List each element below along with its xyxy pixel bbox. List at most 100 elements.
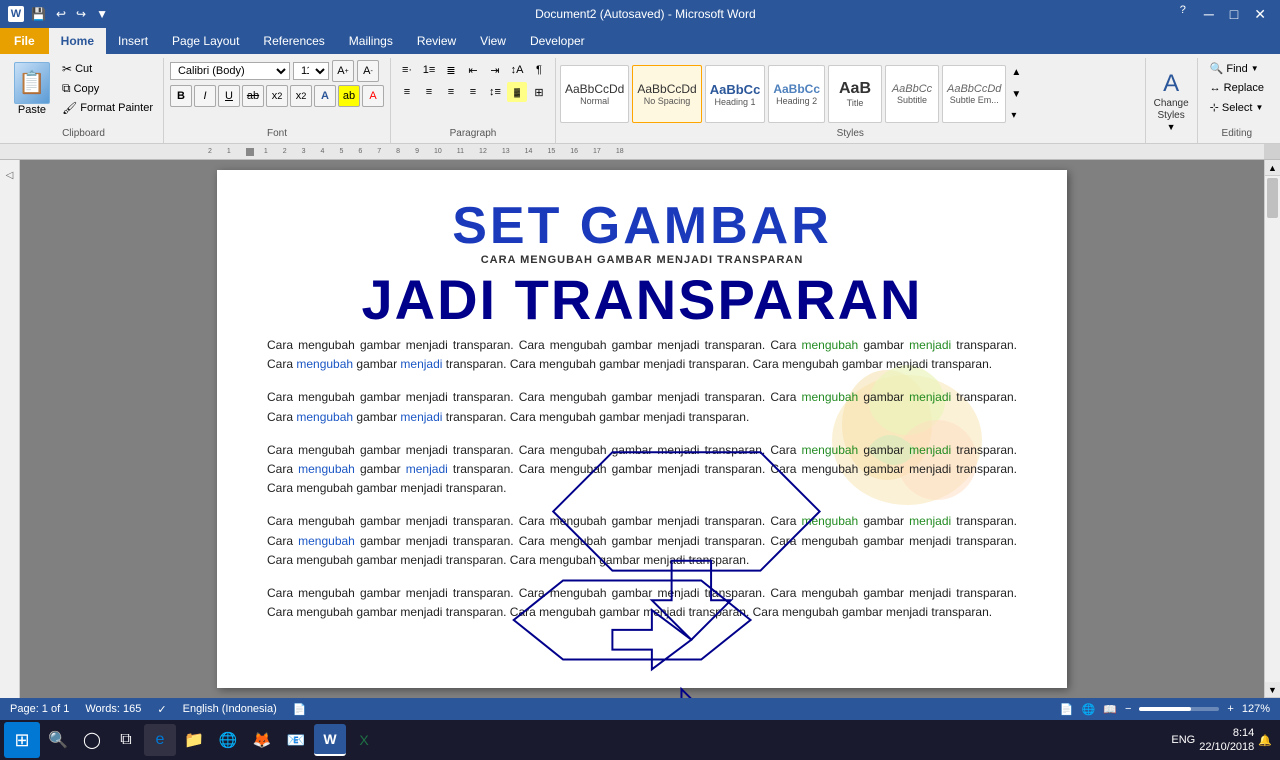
- show-hide-btn[interactable]: ¶: [529, 60, 549, 80]
- strikethrough-btn[interactable]: ab: [242, 85, 264, 107]
- copy-button[interactable]: ⧉ Copy: [58, 79, 157, 98]
- window-title: Document2 (Autosaved) - Microsoft Word: [111, 7, 1180, 21]
- border-btn[interactable]: ⊞: [529, 82, 549, 102]
- customize-quick-btn[interactable]: ▼: [93, 5, 111, 23]
- view-mode-read[interactable]: 📖: [1103, 703, 1117, 716]
- maximize-btn[interactable]: □: [1224, 4, 1244, 25]
- shrink-font-btn[interactable]: A-: [357, 60, 379, 82]
- find-button[interactable]: 🔍 Find ▼: [1204, 60, 1270, 77]
- sort-btn[interactable]: ↕A: [507, 60, 527, 80]
- zoom-bar[interactable]: [1139, 707, 1219, 711]
- line-spacing-btn[interactable]: ↕≡: [485, 82, 505, 102]
- view-mode-normal[interactable]: 📄: [1060, 703, 1074, 716]
- style-title-label: Title: [847, 98, 864, 108]
- spell-check-icon[interactable]: ✓: [157, 703, 166, 716]
- save-quick-btn[interactable]: 💾: [28, 5, 49, 23]
- paste-button[interactable]: 📋 Paste: [10, 60, 54, 118]
- taskbar-notification[interactable]: 🔔: [1258, 734, 1272, 747]
- zoom-plus-btn[interactable]: +: [1227, 703, 1233, 715]
- multilevel-btn[interactable]: ≣: [441, 60, 461, 80]
- style-no-spacing[interactable]: AaBbCcDd No Spacing: [632, 65, 701, 123]
- underline-button[interactable]: U: [218, 85, 240, 107]
- styles-down-btn[interactable]: ▼: [1009, 87, 1023, 102]
- blue-word-5: mengubah: [298, 462, 355, 476]
- change-styles-label: ChangeStyles: [1154, 98, 1189, 122]
- style-title-preview: AaB: [839, 80, 871, 98]
- zoom-level[interactable]: 127%: [1242, 703, 1270, 715]
- ruler-mark-19: 17: [593, 148, 601, 155]
- taskbar-ie[interactable]: e: [144, 724, 176, 756]
- superscript-btn[interactable]: x2: [290, 85, 312, 107]
- scroll-down-btn[interactable]: ▼: [1265, 682, 1280, 698]
- tab-review[interactable]: Review: [405, 28, 468, 54]
- taskbar-taskview[interactable]: ⧉: [110, 724, 142, 756]
- align-right-btn[interactable]: ≡: [441, 82, 461, 102]
- style-normal-preview: AaBbCcDd: [565, 82, 624, 96]
- italic-button[interactable]: I: [194, 85, 216, 107]
- view-mode-web[interactable]: 🌐: [1082, 703, 1096, 716]
- start-button[interactable]: ⊞: [4, 722, 40, 758]
- style-title[interactable]: AaB Title: [828, 65, 882, 123]
- undo-quick-btn[interactable]: ↩: [53, 5, 69, 23]
- replace-button[interactable]: ↔ Replace: [1204, 80, 1270, 96]
- zoom-minus-btn[interactable]: −: [1125, 703, 1131, 715]
- font-family-select[interactable]: Calibri (Body): [170, 62, 290, 80]
- tab-references[interactable]: References: [251, 28, 336, 54]
- tab-page-layout[interactable]: Page Layout: [160, 28, 251, 54]
- bold-button[interactable]: B: [170, 85, 192, 107]
- taskbar-cortana[interactable]: ◯: [76, 724, 108, 756]
- tab-mailings[interactable]: Mailings: [337, 28, 405, 54]
- minimize-btn[interactable]: ─: [1198, 4, 1220, 25]
- font-size-select[interactable]: 11: [293, 62, 329, 80]
- justify-btn[interactable]: ≡: [463, 82, 483, 102]
- taskbar-outlook[interactable]: 📧: [280, 724, 312, 756]
- style-heading1[interactable]: AaBbCc Heading 1: [705, 65, 766, 123]
- page-container[interactable]: SET GAMBAR CARA MENGUBAH GAMBAR MENJADI …: [20, 160, 1264, 698]
- left-panel-icon[interactable]: ◁: [6, 170, 14, 181]
- copy-icon: ⧉: [62, 81, 71, 96]
- align-left-btn[interactable]: ≡: [397, 82, 417, 102]
- increase-indent-btn[interactable]: ⇥: [485, 60, 505, 80]
- close-btn[interactable]: ✕: [1248, 4, 1272, 25]
- scroll-thumb[interactable]: [1267, 178, 1278, 218]
- tab-file[interactable]: File: [0, 28, 49, 54]
- decrease-indent-btn[interactable]: ⇤: [463, 60, 483, 80]
- cut-icon: ✂: [62, 62, 72, 76]
- grow-font-btn[interactable]: A+: [332, 60, 354, 82]
- tab-developer[interactable]: Developer: [518, 28, 597, 54]
- taskbar-search[interactable]: 🔍: [42, 724, 74, 756]
- redo-quick-btn[interactable]: ↪: [73, 5, 89, 23]
- style-normal[interactable]: AaBbCcDd Normal: [560, 65, 629, 123]
- bullets-btn[interactable]: ≡·: [397, 60, 417, 80]
- style-subtitle[interactable]: AaBbCc Subtitle: [885, 65, 939, 123]
- styles-more-btn[interactable]: ▾: [1009, 108, 1023, 123]
- scroll-up-btn[interactable]: ▲: [1265, 160, 1280, 176]
- ruler-mark-1: 2: [208, 148, 212, 155]
- change-styles-group[interactable]: A ChangeStyles ▼: [1146, 58, 1198, 143]
- style-heading2[interactable]: AaBbCc Heading 2: [768, 65, 825, 123]
- shading-btn[interactable]: ▓: [507, 82, 527, 102]
- tab-insert[interactable]: Insert: [106, 28, 160, 54]
- tab-view[interactable]: View: [468, 28, 518, 54]
- language-status[interactable]: English (Indonesia): [183, 703, 277, 715]
- taskbar-explorer[interactable]: 📁: [178, 724, 210, 756]
- select-button[interactable]: ⊹ Select ▼: [1204, 99, 1270, 116]
- align-center-btn[interactable]: ≡: [419, 82, 439, 102]
- text-effects-btn[interactable]: A: [314, 85, 336, 107]
- right-scrollbar[interactable]: ▲ ▼: [1264, 160, 1280, 698]
- highlight-btn[interactable]: ab: [338, 85, 360, 107]
- taskbar-firefox[interactable]: 🦊: [246, 724, 278, 756]
- taskbar-word-active[interactable]: W: [314, 724, 346, 756]
- help-icon[interactable]: ?: [1180, 4, 1186, 25]
- format-painter-button[interactable]: 🖌 Format Painter: [58, 99, 157, 117]
- numbering-btn[interactable]: 1≡: [419, 60, 439, 80]
- style-subtle-em[interactable]: AaBbCcDd Subtle Em...: [942, 65, 1006, 123]
- font-color-btn[interactable]: A: [362, 85, 384, 107]
- taskbar-excel[interactable]: X: [348, 724, 380, 756]
- cut-button[interactable]: ✂ Cut: [58, 60, 157, 78]
- scroll-track[interactable]: [1265, 176, 1280, 682]
- styles-up-btn[interactable]: ▲: [1009, 65, 1023, 80]
- subscript-btn[interactable]: x2: [266, 85, 288, 107]
- taskbar-chrome[interactable]: 🌐: [212, 724, 244, 756]
- tab-home[interactable]: Home: [49, 28, 106, 54]
